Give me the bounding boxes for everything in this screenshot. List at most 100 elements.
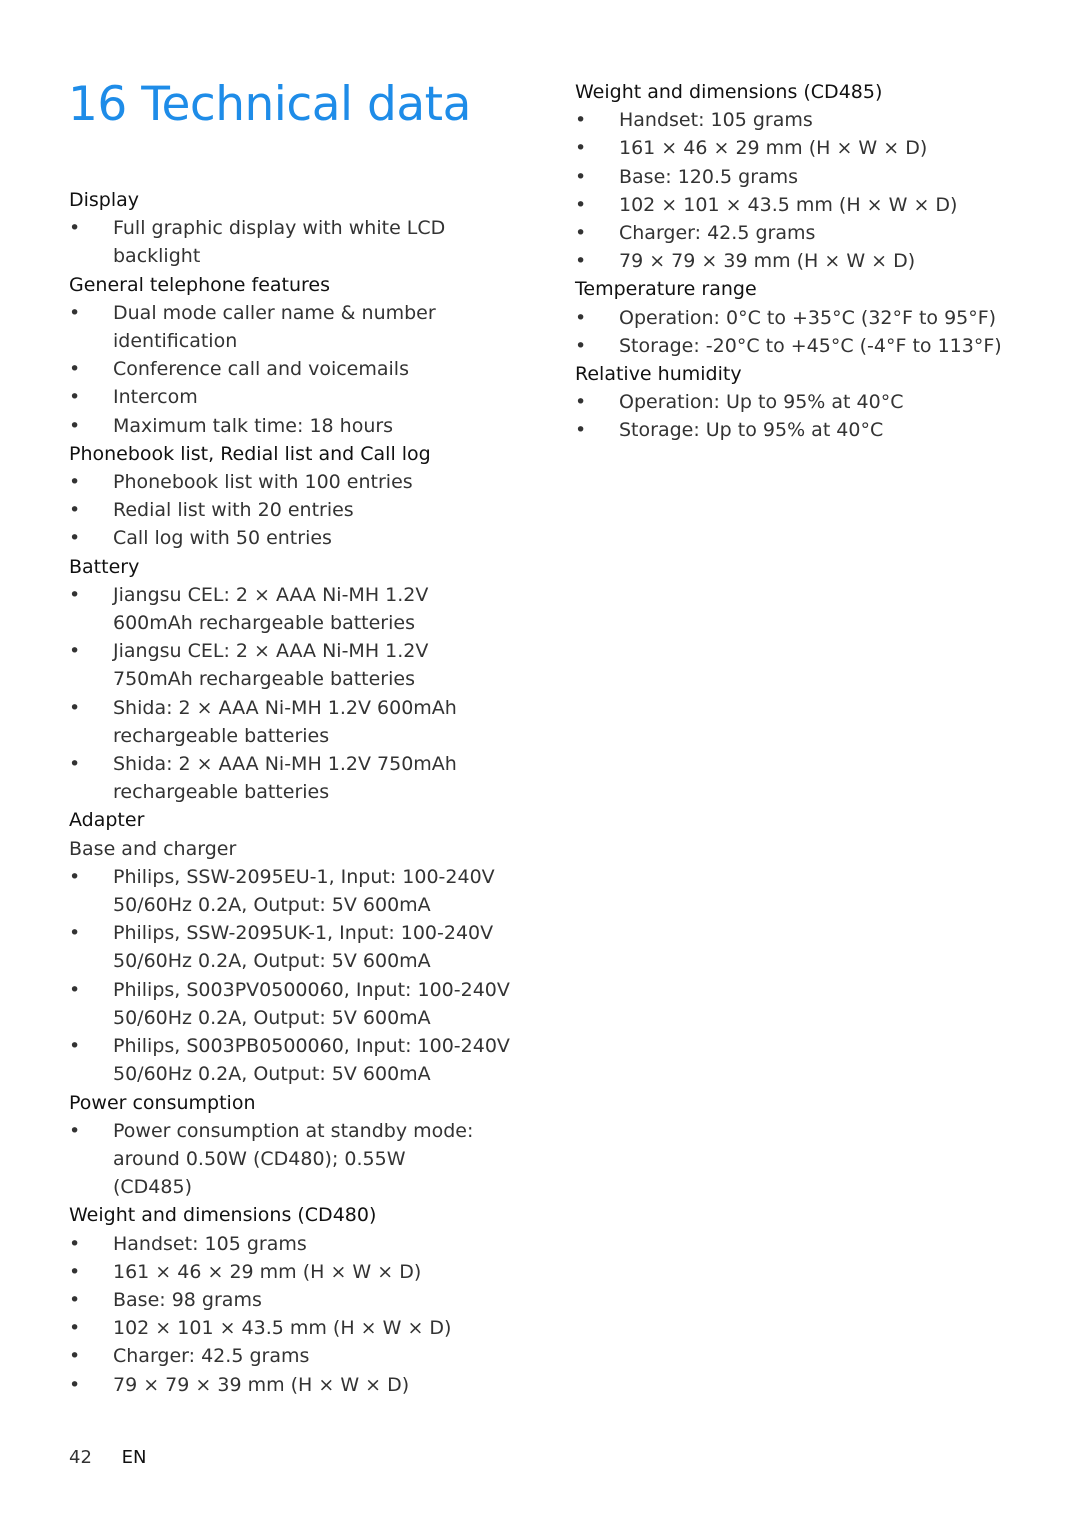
- spec-text-line: 50/60Hz 0.2A, Output: 5V 600mA: [113, 894, 431, 917]
- spec-section: Adapter Base and charger • Philips, SSW-209…: [69, 806, 539, 1088]
- section-heading: Battery: [69, 555, 140, 578]
- spec-section: Weight and dimensions (CD485) • Handset: 1…: [575, 78, 1055, 275]
- spec-text-line: Power consumption at standby mode:: [113, 1119, 474, 1142]
- bullet-icon: •: [575, 193, 587, 216]
- bullet-icon: •: [69, 753, 81, 776]
- spec-list-item: • Conference call and voicemails: [69, 355, 539, 383]
- page-title: 16 Technical data: [68, 77, 471, 132]
- spec-list-item: • Philips, SSW-2095EU-1, Input: 100-240V 5…: [69, 863, 539, 919]
- spec-list-item: • Redial list with 20 entries: [69, 496, 539, 524]
- spec-text-line: (CD485): [113, 1176, 192, 1199]
- bullet-icon: •: [69, 978, 81, 1001]
- spec-section: Display • Full graphic display with white …: [69, 186, 539, 271]
- spec-list-item: • Philips, S003PV0500060, Input: 100-240V…: [69, 976, 539, 1032]
- bullet-icon: •: [575, 109, 587, 132]
- spec-section: Phonebook list, Redial list and Call log…: [69, 440, 539, 553]
- page-number: 42: [69, 1447, 92, 1468]
- bullet-icon: •: [69, 1373, 81, 1396]
- bullet-icon: •: [69, 1317, 81, 1340]
- spec-text-line: Philips, SSW-2095EU-1, Input: 100-240V: [113, 865, 495, 888]
- spec-section: Temperature range • Operation: 0°C to +35°…: [575, 275, 1055, 360]
- spec-list-item: • 102 × 101 × 43.5 mm (H × W × D): [69, 1314, 539, 1342]
- bullet-icon: •: [575, 137, 587, 160]
- bullet-icon: •: [69, 386, 81, 409]
- bullet-icon: •: [575, 419, 587, 442]
- spec-text-line: Philips, S003PV0500060, Input: 100-240V: [113, 978, 510, 1001]
- spec-text-line: Maximum talk time: 18 hours: [113, 414, 394, 437]
- bullet-icon: •: [69, 1288, 81, 1311]
- spec-text-line: 161 × 46 × 29 mm (H × W × D): [113, 1260, 422, 1283]
- bullet-icon: •: [69, 1119, 81, 1142]
- spec-list-item: • Storage: Up to 95% at 40°C: [575, 416, 1055, 444]
- spec-list-item: • Philips, S003PB0500060, Input: 100-240V…: [69, 1032, 539, 1088]
- spec-text-line: Handset: 105 grams: [113, 1232, 307, 1255]
- bullet-icon: •: [69, 301, 81, 324]
- spec-list-item: • Jiangsu CEL: 2 × AAA Ni-MH 1.2V 750mAh r…: [69, 637, 539, 693]
- spec-text-line: Philips, SSW-2095UK-1, Input: 100-240V: [113, 922, 494, 945]
- spec-text-line: 600mAh rechargeable batteries: [113, 612, 415, 635]
- spec-text-line: backlight: [113, 245, 201, 268]
- spec-list-item: • Charger: 42.5 grams: [575, 219, 1055, 247]
- spec-text-line: Base and charger: [69, 837, 237, 860]
- bullet-icon: •: [575, 391, 587, 414]
- bullet-icon: •: [575, 250, 587, 273]
- spec-text-line: Charger: 42.5 grams: [113, 1345, 310, 1368]
- spec-text-line: Handset: 105 grams: [619, 109, 813, 132]
- spec-text-line: Base: 98 grams: [113, 1288, 262, 1311]
- spec-list-item: • 161 × 46 × 29 mm (H × W × D): [69, 1258, 539, 1286]
- spec-text-line: 79 × 79 × 39 mm (H × W × D): [619, 250, 916, 273]
- spec-text-line: Shida: 2 × AAA Ni-MH 1.2V 600mAh: [113, 696, 457, 719]
- spec-text-line: identification: [113, 330, 238, 353]
- spec-text-line: Operation: Up to 95% at 40°C: [619, 391, 904, 414]
- spec-list-item: • Handset: 105 grams: [69, 1230, 539, 1258]
- spec-text-line: Shida: 2 × AAA Ni-MH 1.2V 750mAh: [113, 753, 457, 776]
- spec-section: General telephone features • Dual mode cal…: [69, 271, 539, 440]
- spec-text-line: 161 × 46 × 29 mm (H × W × D): [619, 137, 928, 160]
- spec-text-line: 79 × 79 × 39 mm (H × W × D): [113, 1373, 410, 1396]
- section-heading: Temperature range: [575, 278, 757, 301]
- bullet-icon: •: [69, 865, 81, 888]
- bullet-icon: •: [69, 696, 81, 719]
- bullet-icon: •: [69, 358, 81, 381]
- left-column: Display • Full graphic display with white …: [69, 186, 539, 1399]
- bullet-icon: •: [575, 334, 587, 357]
- spec-list-item: • Power consumption at standby mode: aroun…: [69, 1117, 539, 1202]
- section-heading: Relative humidity: [575, 363, 742, 386]
- spec-list-item: • 79 × 79 × 39 mm (H × W × D): [575, 247, 1055, 275]
- spec-text-line: rechargeable batteries: [113, 781, 330, 804]
- bullet-icon: •: [69, 499, 81, 522]
- spec-list-item: • Full graphic display with white LCD back…: [69, 214, 539, 270]
- right-column: Weight and dimensions (CD485) • Handset: 1…: [575, 78, 1055, 445]
- bullet-icon: •: [69, 471, 81, 494]
- bullet-icon: •: [69, 1232, 81, 1255]
- spec-text-line: Dual mode caller name & number: [113, 301, 436, 324]
- spec-text-line: Conference call and voicemails: [113, 358, 409, 381]
- spec-section: Power consumption • Power consumption at s…: [69, 1089, 539, 1202]
- page-footer: 42 EN: [69, 1447, 146, 1468]
- spec-list-item: • Base: 98 grams: [69, 1286, 539, 1314]
- section-heading: Adapter: [69, 809, 145, 832]
- spec-text-line: Base: 120.5 grams: [619, 165, 799, 188]
- spec-list-item: • 79 × 79 × 39 mm (H × W × D): [69, 1371, 539, 1399]
- spec-text-line: 50/60Hz 0.2A, Output: 5V 600mA: [113, 950, 431, 973]
- section-heading: General telephone features: [69, 273, 331, 296]
- spec-text-line: Philips, S003PB0500060, Input: 100-240V: [113, 1035, 510, 1058]
- spec-list-item: • Maximum talk time: 18 hours: [69, 412, 539, 440]
- spec-text-line: Storage: Up to 95% at 40°C: [619, 419, 884, 442]
- spec-list-item: • Operation: 0°C to +35°C (32°F to 95°F): [575, 304, 1055, 332]
- spec-list-item: • Shida: 2 × AAA Ni-MH 1.2V 750mAh recharg…: [69, 750, 539, 806]
- bullet-icon: •: [69, 414, 81, 437]
- spec-text-line: around 0.50W (CD480); 0.55W: [113, 1147, 406, 1170]
- section-heading: Phonebook list, Redial list and Call log: [69, 442, 431, 465]
- spec-text-line: Storage: -20°C to +45°C (-4°F to 113°F): [619, 334, 1002, 357]
- spec-list-item: • Philips, SSW-2095UK-1, Input: 100-240V 5…: [69, 919, 539, 975]
- spec-list-item: • Phonebook list with 100 entries: [69, 468, 539, 496]
- bullet-icon: •: [575, 165, 587, 188]
- spec-text-line: Full graphic display with white LCD: [113, 217, 446, 240]
- bullet-icon: •: [69, 527, 81, 550]
- bullet-icon: •: [69, 922, 81, 945]
- spec-text-line: 102 × 101 × 43.5 mm (H × W × D): [113, 1317, 452, 1340]
- spec-list-item: • Base: 120.5 grams: [575, 163, 1055, 191]
- spec-text-line: Operation: 0°C to +35°C (32°F to 95°F): [619, 306, 997, 329]
- spec-list-item: • Shida: 2 × AAA Ni-MH 1.2V 600mAh recharg…: [69, 694, 539, 750]
